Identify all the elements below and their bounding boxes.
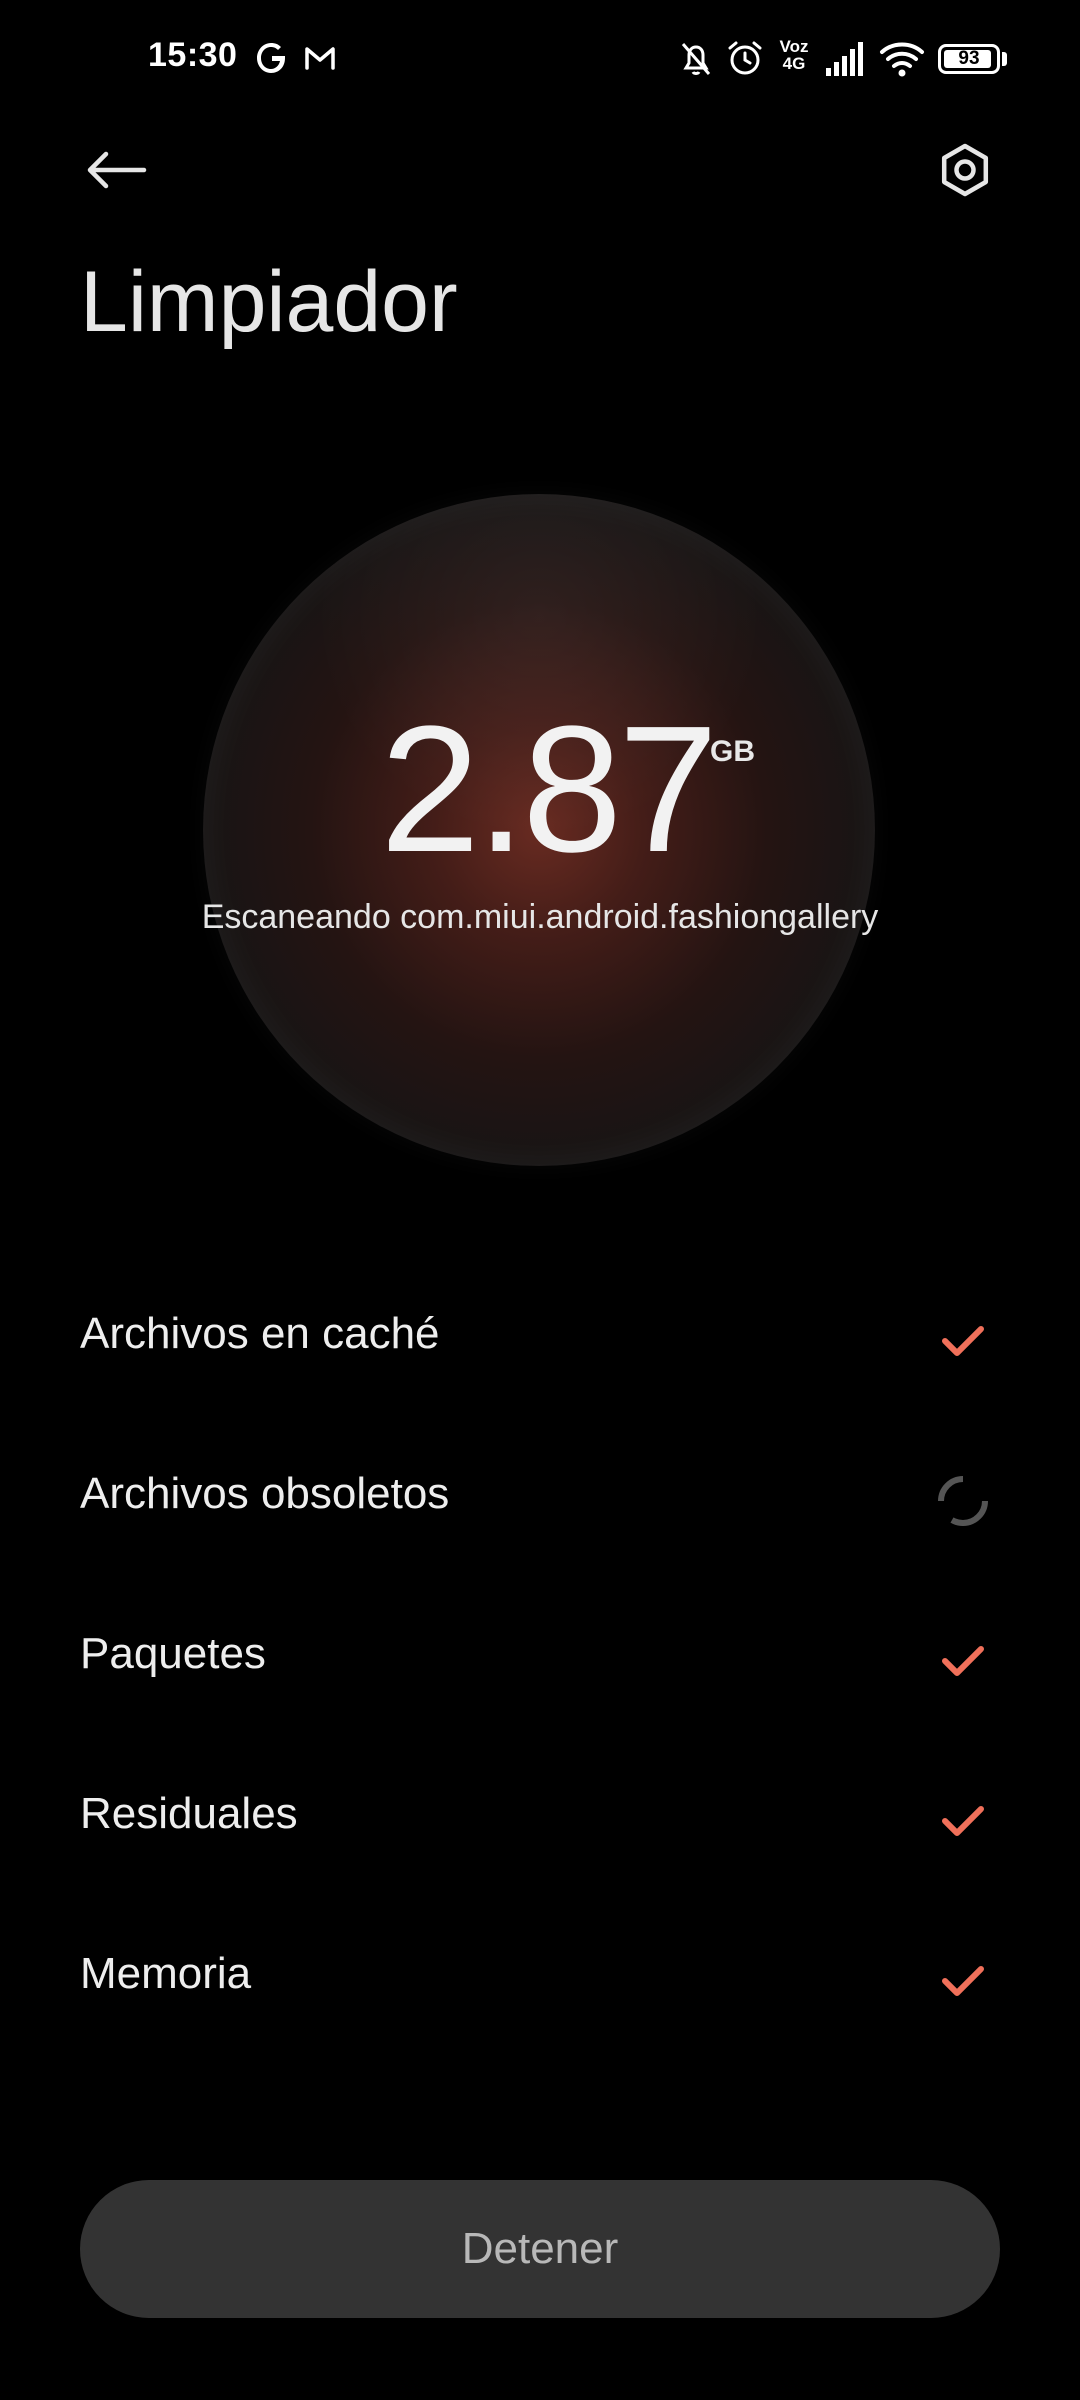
status-time: 15:30	[148, 36, 238, 74]
settings-hexagon-icon	[941, 143, 989, 197]
scan-unit: GB	[710, 735, 755, 768]
volte-icon: Voz 4G	[774, 38, 814, 72]
arrow-left-icon	[87, 151, 147, 189]
google-icon	[257, 43, 285, 73]
list-item-residuals: Residuales	[0, 1754, 1080, 1874]
list-item-packages: Paquetes	[0, 1594, 1080, 1714]
gmail-icon	[305, 47, 335, 70]
settings-button[interactable]	[920, 130, 1010, 210]
check-icon	[934, 1312, 992, 1370]
alarm-icon	[728, 41, 762, 75]
battery-tip	[1002, 52, 1007, 66]
status-bar: 15:30 Voz 4G 93	[0, 0, 1080, 120]
volte-label-bottom: 4G	[782, 54, 806, 73]
scan-status-text: Escaneando com.miui.android.fashiongalle…	[201, 898, 879, 936]
list-item-obsolete: Archivos obsoletos	[0, 1434, 1080, 1554]
back-button[interactable]	[70, 130, 162, 210]
signal-icon	[826, 42, 863, 76]
battery-level: 93	[958, 48, 980, 69]
list-item-label: Archivos obsoletos	[80, 1469, 450, 1518]
list-item-label: Archivos en caché	[80, 1309, 440, 1358]
loading-spinner-icon	[934, 1472, 992, 1530]
check-icon	[934, 1952, 992, 2010]
page-title: Limpiador	[80, 254, 458, 350]
list-item-cache: Archivos en caché	[0, 1274, 1080, 1394]
list-item-memory: Memoria	[0, 1914, 1080, 2034]
list-item-label: Memoria	[80, 1949, 252, 1998]
scan-amount: 2.87	[380, 689, 718, 890]
notifications-off-icon	[681, 43, 711, 75]
battery-icon: 93	[938, 44, 1000, 74]
check-icon	[934, 1792, 992, 1850]
wifi-icon	[880, 42, 924, 77]
check-icon	[934, 1632, 992, 1690]
volte-label-top: Voz	[779, 37, 809, 56]
stop-button[interactable]: Detener	[80, 2180, 1000, 2318]
list-item-label: Paquetes	[80, 1629, 266, 1678]
list-item-label: Residuales	[80, 1789, 298, 1838]
